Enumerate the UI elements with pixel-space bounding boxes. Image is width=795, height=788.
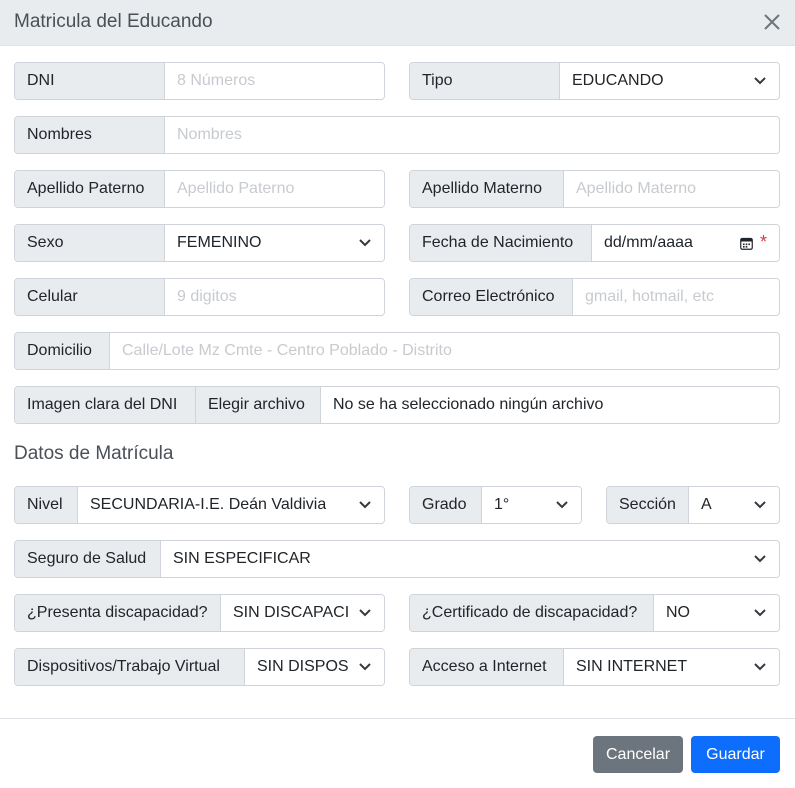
dni-group: DNI xyxy=(14,62,385,100)
sexo-group: Sexo FEMENINO xyxy=(14,224,385,262)
correo-label: Correo Electrónico xyxy=(410,279,573,315)
enrollment-modal: Matricula del Educando DNI Tipo EDUCANDO… xyxy=(0,0,795,788)
choose-file-button[interactable]: Elegir archivo xyxy=(196,387,321,423)
imagen-dni-label: Imagen clara del DNI xyxy=(15,387,196,423)
nivel-value: SECUNDARIA-I.E. Deán Valdivia xyxy=(90,496,327,513)
discapacidad-value: SIN DISCAPACIDAD xyxy=(233,604,350,621)
apellido-paterno-input[interactable] xyxy=(165,171,384,207)
grado-label: Grado xyxy=(410,487,482,523)
chevron-down-icon xyxy=(359,239,371,247)
grado-select[interactable]: 1° xyxy=(482,487,581,523)
seccion-group: Sección A xyxy=(606,486,780,524)
nombres-input[interactable] xyxy=(165,117,779,153)
calendar-icon[interactable] xyxy=(740,237,753,250)
celular-group: Celular xyxy=(14,278,385,316)
internet-select[interactable]: SIN INTERNET xyxy=(564,649,779,685)
tipo-select[interactable]: EDUCANDO xyxy=(560,63,779,99)
domicilio-input[interactable] xyxy=(110,333,779,369)
nivel-label: Nivel xyxy=(15,487,78,523)
seccion-label: Sección xyxy=(607,487,689,523)
celular-label: Celular xyxy=(15,279,165,315)
chevron-down-icon xyxy=(556,501,568,509)
fecha-nacimiento-value: dd/mm/aaaa xyxy=(604,234,693,251)
celular-input[interactable] xyxy=(165,279,384,315)
modal-header: Matricula del Educando xyxy=(0,0,795,46)
footer-divider xyxy=(0,718,795,719)
discapacidad-label: ¿Presenta discapacidad? xyxy=(15,595,221,631)
nivel-group: Nivel SECUNDARIA-I.E. Deán Valdivia xyxy=(14,486,385,524)
section-title: Datos de Matrícula xyxy=(14,443,174,464)
chevron-down-icon xyxy=(359,501,371,509)
seguro-label: Seguro de Salud xyxy=(15,541,161,577)
sexo-label: Sexo xyxy=(15,225,165,261)
fecha-nacimiento-group: Fecha de Nacimiento dd/mm/aaaa * xyxy=(409,224,780,262)
certificado-group: ¿Certificado de discapacidad? NO xyxy=(409,594,780,632)
domicilio-label: Domicilio xyxy=(15,333,110,369)
chevron-down-icon xyxy=(359,609,371,617)
dni-label: DNI xyxy=(15,63,165,99)
sexo-select[interactable]: FEMENINO xyxy=(165,225,384,261)
seccion-value: A xyxy=(701,496,712,513)
nombres-group: Nombres xyxy=(14,116,780,154)
apellido-materno-input[interactable] xyxy=(564,171,779,207)
dni-input[interactable] xyxy=(165,63,384,99)
internet-group: Acceso a Internet SIN INTERNET xyxy=(409,648,780,686)
tipo-group: Tipo EDUCANDO xyxy=(409,62,780,100)
required-asterisk: * xyxy=(759,232,767,252)
chevron-down-icon xyxy=(359,663,371,671)
sexo-value: FEMENINO xyxy=(177,234,262,251)
nivel-select[interactable]: SECUNDARIA-I.E. Deán Valdivia xyxy=(78,487,384,523)
modal-title: Matricula del Educando xyxy=(14,11,213,32)
tipo-label: Tipo xyxy=(410,63,560,99)
cancel-button[interactable]: Cancelar xyxy=(593,736,683,773)
dispositivos-label: Dispositivos/Trabajo Virtual xyxy=(15,649,245,685)
certificado-label: ¿Certificado de discapacidad? xyxy=(410,595,654,631)
grado-value: 1° xyxy=(494,496,510,513)
correo-group: Correo Electrónico xyxy=(409,278,780,316)
chevron-down-icon xyxy=(754,663,766,671)
chevron-down-icon xyxy=(754,555,766,563)
chevron-down-icon xyxy=(754,609,766,617)
close-icon[interactable] xyxy=(760,10,784,34)
grado-group: Grado 1° xyxy=(409,486,582,524)
chevron-down-icon xyxy=(754,77,766,85)
file-status: No se ha seleccionado ningún archivo xyxy=(333,396,604,413)
internet-label: Acceso a Internet xyxy=(410,649,564,685)
dispositivos-value: SIN DISPOSITIVOS xyxy=(257,658,350,675)
nombres-label: Nombres xyxy=(15,117,165,153)
correo-input[interactable] xyxy=(573,279,779,315)
certificado-value: NO xyxy=(666,604,690,621)
discapacidad-select[interactable]: SIN DISCAPACIDAD xyxy=(221,595,384,631)
apellido-materno-group: Apellido Materno xyxy=(409,170,780,208)
certificado-select[interactable]: NO xyxy=(654,595,779,631)
imagen-dni-group: Imagen clara del DNI Elegir archivo No s… xyxy=(14,386,780,424)
dispositivos-group: Dispositivos/Trabajo Virtual SIN DISPOSI… xyxy=(14,648,385,686)
seguro-group: Seguro de Salud SIN ESPECIFICAR xyxy=(14,540,780,578)
seguro-select[interactable]: SIN ESPECIFICAR xyxy=(161,541,779,577)
seguro-value: SIN ESPECIFICAR xyxy=(173,550,311,567)
seccion-select[interactable]: A xyxy=(689,487,779,523)
apellido-paterno-group: Apellido Paterno xyxy=(14,170,385,208)
fecha-nacimiento-label: Fecha de Nacimiento xyxy=(410,225,592,261)
discapacidad-group: ¿Presenta discapacidad? SIN DISCAPACIDAD xyxy=(14,594,385,632)
fecha-nacimiento-input[interactable]: dd/mm/aaaa * xyxy=(592,225,779,261)
apellido-paterno-label: Apellido Paterno xyxy=(15,171,165,207)
internet-value: SIN INTERNET xyxy=(576,658,688,675)
dispositivos-select[interactable]: SIN DISPOSITIVOS xyxy=(245,649,384,685)
chevron-down-icon xyxy=(754,501,766,509)
save-button[interactable]: Guardar xyxy=(691,736,780,773)
domicilio-group: Domicilio xyxy=(14,332,780,370)
tipo-value: EDUCANDO xyxy=(572,72,664,89)
apellido-materno-label: Apellido Materno xyxy=(410,171,564,207)
